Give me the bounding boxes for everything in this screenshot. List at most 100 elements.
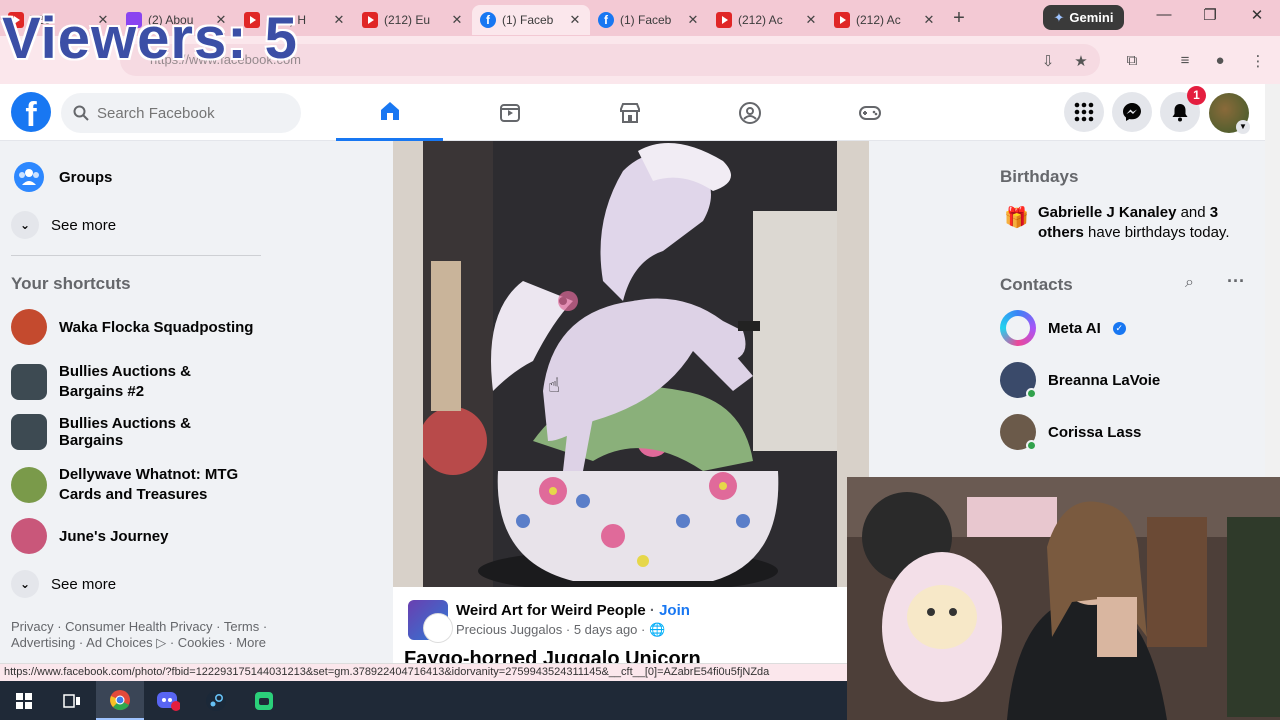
search-icon <box>73 105 89 121</box>
gemini-button[interactable]: ✦ Gemini <box>1043 5 1124 30</box>
extensions-icon[interactable]: ⧉ <box>1122 52 1142 69</box>
facebook-icon: f <box>480 12 496 28</box>
shortcut-item[interactable]: June's Journey <box>11 518 259 554</box>
youtube-icon <box>362 12 378 28</box>
search-box[interactable] <box>61 93 301 133</box>
tab-groups[interactable] <box>696 84 803 141</box>
meta-ai-avatar <box>1000 310 1036 346</box>
streamer-webcam-image <box>847 477 1280 720</box>
facebook-logo[interactable]: f <box>11 92 51 134</box>
photo-letterbox <box>393 141 423 587</box>
group-name-line: Weird Art for Weird People · Join <box>456 602 690 619</box>
close-icon[interactable]: ✕ <box>450 12 464 28</box>
post-age[interactable]: 5 days ago <box>574 622 638 637</box>
see-more-label: See more <box>51 575 117 593</box>
tab-title: (212) Ac <box>856 13 901 27</box>
verified-badge-icon: ✓ <box>1112 321 1126 335</box>
tab-title: (1) Faceb <box>502 13 554 27</box>
media-controls-icon[interactable]: ≡ <box>1175 52 1195 69</box>
shortcut-item[interactable]: Bullies Auctions & Bargains <box>11 414 259 450</box>
shortcut-avatar <box>11 309 47 345</box>
close-icon[interactable]: ✕ <box>686 12 700 28</box>
video-icon <box>499 103 520 122</box>
browser-tab[interactable]: (212) Ac ✕ <box>826 5 944 35</box>
join-group-link[interactable]: Join <box>659 602 690 619</box>
browser-tab[interactable]: f (1) Faceb ✕ <box>590 5 708 35</box>
bookmark-star-icon[interactable]: ★ <box>1071 52 1091 70</box>
search-input[interactable] <box>97 104 277 122</box>
tab-video[interactable] <box>456 84 563 141</box>
restore-icon[interactable]: ❐ <box>1198 6 1222 24</box>
discord-taskbar-icon[interactable] <box>144 681 192 720</box>
tab-title: (212) Ac <box>738 13 783 27</box>
avatar-ring-center <box>1006 316 1030 340</box>
contacts-title: Contacts <box>1000 275 1073 294</box>
birthday-text[interactable]: Gabrielle J Kanaley and 3 others have bi… <box>1038 203 1258 243</box>
separator-dot: · <box>641 622 649 637</box>
chevron-down-icon[interactable]: ▼ <box>1236 120 1250 134</box>
more-options-icon[interactable]: ··· <box>1227 271 1245 292</box>
shortcut-item[interactable]: Dellywave Whatnot: MTG Cards and Treasur… <box>11 465 259 505</box>
shortcut-item[interactable]: Waka Flocka Squadposting <box>11 309 259 345</box>
post-subtitle: Precious Juggalos · 5 days ago · 🌐 <box>456 622 665 638</box>
chrome-taskbar-icon[interactable] <box>96 681 144 720</box>
menu-grid-button[interactable] <box>1064 92 1104 132</box>
birthday-and: and <box>1176 204 1210 221</box>
facebook-top-nav: f 1 ▼ <box>0 84 1265 141</box>
close-icon[interactable]: ✕ <box>332 12 346 28</box>
app-taskbar-icon[interactable] <box>240 681 288 720</box>
see-more-button[interactable]: ⌄ See more <box>11 211 116 239</box>
close-icon[interactable]: ✕ <box>804 12 818 28</box>
install-app-icon[interactable]: ⇩ <box>1038 52 1058 70</box>
minimize-icon[interactable]: — <box>1152 6 1176 23</box>
contact-avatar <box>1000 414 1037 451</box>
group-name-link[interactable]: Weird Art for Weird People <box>456 602 646 619</box>
gaming-icon <box>858 105 881 120</box>
birthday-name: Gabrielle J Kanaley <box>1038 204 1177 221</box>
birthday-rest: have birthdays today. <box>1083 224 1230 241</box>
groups-icon <box>14 162 44 192</box>
contact-avatar <box>1000 362 1037 399</box>
steam-taskbar-icon[interactable] <box>192 681 240 720</box>
gemini-sparkle-icon: ✦ <box>1053 9 1065 25</box>
browser-tab-active[interactable]: f (1) Faceb ✕ <box>472 5 590 35</box>
messenger-button[interactable] <box>1112 92 1152 132</box>
tab-gaming[interactable] <box>816 84 923 141</box>
menu-kebab-icon[interactable]: ⋮ <box>1248 52 1268 70</box>
shortcut-avatar <box>11 414 47 450</box>
browser-tab[interactable]: (212) Ac ✕ <box>708 5 826 35</box>
birthdays-title: Birthdays <box>1000 167 1079 186</box>
author-link[interactable]: Precious Juggalos <box>456 622 562 637</box>
windows-start-icon[interactable] <box>0 681 48 720</box>
chevron-down-icon: ⌄ <box>11 570 39 598</box>
new-tab-button[interactable]: + <box>944 7 974 30</box>
footer-links[interactable]: Privacy · Consumer Health Privacy · Term… <box>11 619 271 651</box>
contact-item[interactable]: Breanna LaVoie <box>1000 362 1160 399</box>
sidebar-item-groups[interactable]: Groups <box>11 159 112 195</box>
tab-title: (212) Eu <box>384 13 431 27</box>
shortcut-label: Bullies Auctions & Bargains #2 <box>59 363 191 400</box>
see-more-button[interactable]: ⌄ See more <box>11 570 116 598</box>
search-icon[interactable]: ⌕ <box>1185 274 1194 292</box>
task-view-icon[interactable] <box>48 681 96 720</box>
shortcut-item[interactable]: Bullies Auctions & Bargains #2 <box>11 362 259 402</box>
tab-home[interactable] <box>336 84 443 141</box>
post-photo[interactable] <box>423 141 837 587</box>
close-icon[interactable]: ✕ <box>568 12 582 28</box>
home-icon <box>380 102 399 120</box>
window-close-icon[interactable]: ✕ <box>1245 6 1269 24</box>
mouse-cursor-icon: ☝ <box>548 375 561 397</box>
shortcut-avatar <box>11 364 47 400</box>
tab-marketplace[interactable] <box>576 84 683 141</box>
see-more-label: See more <box>51 216 117 234</box>
author-avatar[interactable] <box>424 614 452 642</box>
profile-icon[interactable]: ● <box>1210 52 1230 69</box>
sidebar-item-label: Groups <box>59 168 113 186</box>
browser-tab[interactable]: (212) Eu ✕ <box>354 5 472 35</box>
viewers-overlay: Viewers: 5 <box>2 6 298 71</box>
messenger-icon <box>1123 103 1141 121</box>
contact-item[interactable]: Corissa Lass <box>1000 414 1141 451</box>
youtube-icon <box>716 12 732 28</box>
close-icon[interactable]: ✕ <box>922 12 936 28</box>
contact-item[interactable]: Meta AI ✓ <box>1000 310 1126 346</box>
